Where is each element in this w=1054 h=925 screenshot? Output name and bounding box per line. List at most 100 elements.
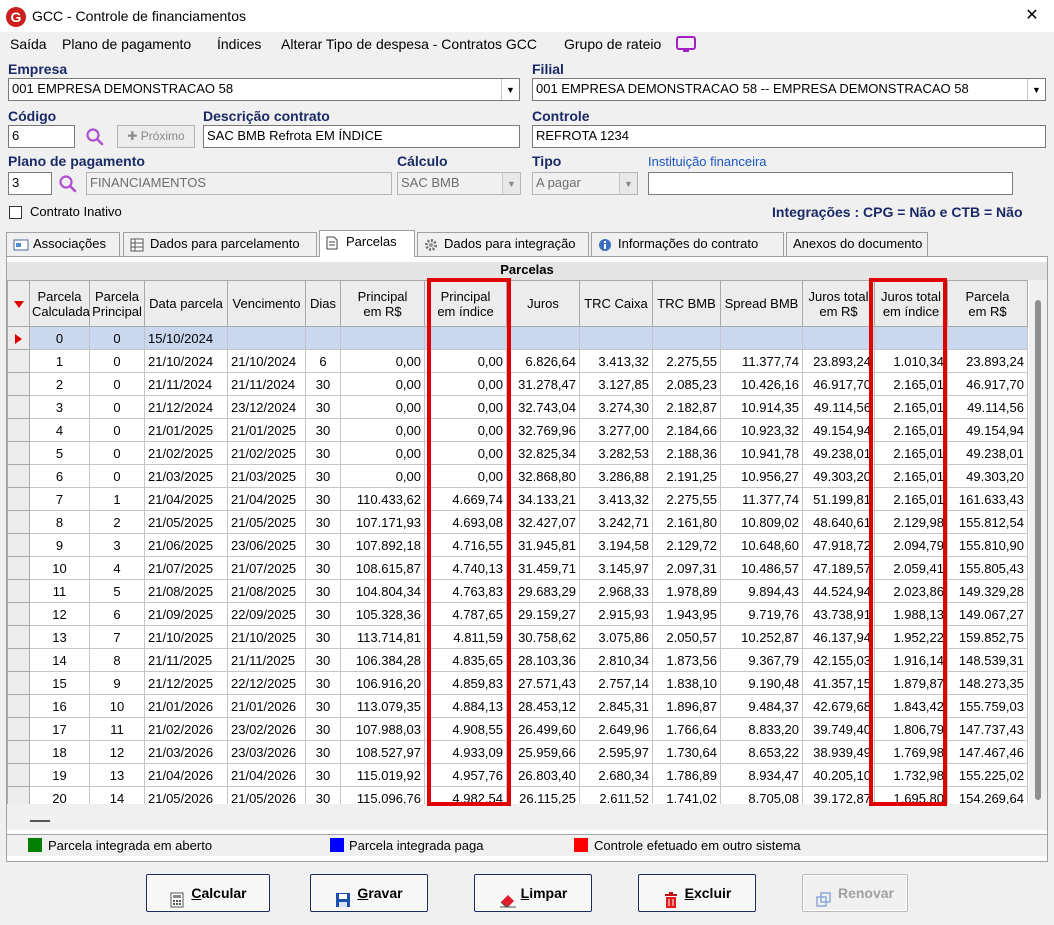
- table-row[interactable]: 5 0 21/02/2025 21/02/2025 30 0,00 0,00 32.825,3…: [7, 441, 1028, 465]
- row-indicator[interactable]: [7, 418, 30, 442]
- table-cell: 49.238,01: [802, 441, 875, 465]
- table-row[interactable]: 10 4 21/07/2025 21/07/2025 30 108.615,87 4.740…: [7, 556, 1028, 580]
- filial-select[interactable]: 001 EMPRESA DEMONSTRACAO 58 -- EMPRESA D…: [532, 78, 1046, 101]
- table-cell: 1.769,98: [874, 740, 948, 764]
- column-header[interactable]: Vencimento: [227, 280, 306, 327]
- column-header[interactable]: Spread BMB: [720, 280, 803, 327]
- monitor-icon[interactable]: [676, 36, 696, 57]
- column-header[interactable]: Juros: [506, 280, 580, 327]
- row-indicator[interactable]: [7, 717, 30, 741]
- row-indicator[interactable]: [7, 395, 30, 419]
- table-row[interactable]: 17 11 21/02/2026 23/02/2026 30 107.988,03 4.90…: [7, 717, 1028, 741]
- empresa-select[interactable]: 001 EMPRESA DEMONSTRACAO 58 ▼: [8, 78, 520, 101]
- instituicao-input[interactable]: [648, 172, 1013, 195]
- horizontal-scrollbar-thumb[interactable]: [30, 820, 50, 822]
- row-indicator[interactable]: [7, 349, 30, 373]
- table-row[interactable]: 7 1 21/04/2025 21/04/2025 30 110.433,62 4.669,…: [7, 487, 1028, 511]
- limpar-button[interactable]: Limpar: [474, 874, 592, 912]
- vertical-scrollbar-thumb[interactable]: [1035, 300, 1041, 800]
- table-row[interactable]: 19 13 21/04/2026 21/04/2026 30 115.019,92 4.95…: [7, 763, 1028, 787]
- calculator-icon: [169, 885, 185, 908]
- contrato-inativo-checkbox[interactable]: [9, 206, 22, 219]
- row-indicator-header[interactable]: [7, 280, 30, 327]
- table-cell: 21/04/2025: [144, 487, 228, 511]
- row-indicator[interactable]: [7, 326, 30, 350]
- excluir-button[interactable]: Excluir: [638, 874, 756, 912]
- search-icon[interactable]: [58, 174, 77, 193]
- column-header[interactable]: TRC BMB: [652, 280, 721, 327]
- column-header[interactable]: Parcela em R$: [947, 280, 1028, 327]
- row-indicator[interactable]: [7, 648, 30, 672]
- close-button[interactable]: ✕: [1016, 4, 1048, 28]
- search-icon[interactable]: [85, 127, 104, 146]
- column-header[interactable]: Parcela Principal: [89, 280, 145, 327]
- table-row[interactable]: 9 3 21/06/2025 23/06/2025 30 107.892,18 4.716,…: [7, 533, 1028, 557]
- plano-code-input[interactable]: 3: [8, 172, 52, 195]
- row-indicator[interactable]: [7, 671, 30, 695]
- table-row[interactable]: 4 0 21/01/2025 21/01/2025 30 0,00 0,00 32.769,9…: [7, 418, 1028, 442]
- table-cell: 23/02/2026: [227, 717, 306, 741]
- table-row[interactable]: 2 0 21/11/2024 21/11/2024 30 0,00 0,00 31.278,4…: [7, 372, 1028, 396]
- table-row[interactable]: 6 0 21/03/2025 21/03/2025 30 0,00 0,00 32.868,8…: [7, 464, 1028, 488]
- row-indicator[interactable]: [7, 441, 30, 465]
- menu-indices[interactable]: Índices: [217, 36, 261, 52]
- chevron-down-icon[interactable]: ▼: [501, 79, 519, 100]
- empresa-label: Empresa: [8, 61, 68, 77]
- column-header[interactable]: Principal em R$: [340, 280, 425, 327]
- table-row[interactable]: 11 5 21/08/2025 21/08/2025 30 104.804,34 4.763…: [7, 579, 1028, 603]
- table-row[interactable]: 0 0 15/10/2024: [7, 326, 1028, 350]
- row-indicator[interactable]: [7, 464, 30, 488]
- tab-dados-integracao[interactable]: Dados para integração: [417, 232, 589, 256]
- row-indicator[interactable]: [7, 694, 30, 718]
- table-cell: 2.191,25: [652, 464, 721, 488]
- row-indicator[interactable]: [7, 533, 30, 557]
- table-cell: 21/06/2025: [144, 533, 228, 557]
- table-row[interactable]: 1 0 21/10/2024 21/10/2024 6 0,00 0,00 6.826,64 3…: [7, 349, 1028, 373]
- row-indicator[interactable]: [7, 372, 30, 396]
- chevron-down-icon[interactable]: ▼: [1027, 79, 1045, 100]
- gravar-button[interactable]: Gravar: [310, 874, 428, 912]
- tab-dados-parcelamento[interactable]: Dados para parcelamento: [123, 232, 317, 256]
- row-indicator[interactable]: [7, 487, 30, 511]
- controle-input[interactable]: REFROTA 1234: [532, 125, 1046, 148]
- menu-saida[interactable]: Saída: [10, 36, 47, 52]
- tab-informacoes-contrato[interactable]: Informações do contrato: [591, 232, 784, 256]
- menu-grupo-rateio[interactable]: Grupo de rateio: [564, 36, 661, 52]
- column-header[interactable]: TRC Caixa: [579, 280, 653, 327]
- menu-alterar-tipo-despesa[interactable]: Alterar Tipo de despesa - Contratos GCC: [281, 36, 537, 52]
- table-row[interactable]: 18 12 21/03/2026 23/03/2026 30 108.527,97 4.93…: [7, 740, 1028, 764]
- row-indicator[interactable]: [7, 763, 30, 787]
- table-row[interactable]: 16 10 21/01/2026 21/01/2026 30 113.079,35 4.88…: [7, 694, 1028, 718]
- table-row[interactable]: 13 7 21/10/2025 21/10/2025 30 113.714,81 4.811…: [7, 625, 1028, 649]
- codigo-input[interactable]: 6: [8, 125, 75, 148]
- tab-associacoes[interactable]: Associações: [6, 232, 120, 256]
- table-row[interactable]: 15 9 21/12/2025 22/12/2025 30 106.916,20 4.859…: [7, 671, 1028, 695]
- column-header[interactable]: Data parcela: [144, 280, 228, 327]
- tab-anexos-documento[interactable]: Anexos do documento: [786, 232, 928, 256]
- row-indicator[interactable]: [7, 602, 30, 626]
- table-cell: 155.810,90: [947, 533, 1028, 557]
- tab-parcelas[interactable]: Parcelas: [319, 230, 415, 257]
- table-cell: 3.413,32: [579, 349, 653, 373]
- calcular-button[interactable]: Calcular: [146, 874, 270, 912]
- parcelas-grid[interactable]: Parcela Calculada Parcela Principal Data par…: [7, 280, 1028, 810]
- row-indicator[interactable]: [7, 625, 30, 649]
- column-header[interactable]: Principal em índice: [424, 280, 507, 327]
- table-row[interactable]: 3 0 21/12/2024 23/12/2024 30 0,00 0,00 32.743,0…: [7, 395, 1028, 419]
- row-indicator[interactable]: [7, 556, 30, 580]
- table-row[interactable]: 12 6 21/09/2025 22/09/2025 30 105.328,36 4.787…: [7, 602, 1028, 626]
- row-indicator[interactable]: [7, 740, 30, 764]
- menu-plano-pagamento[interactable]: Plano de pagamento: [62, 36, 191, 52]
- row-indicator[interactable]: [7, 579, 30, 603]
- column-header[interactable]: Juros total em índice: [874, 280, 948, 327]
- row-indicator[interactable]: [7, 510, 30, 534]
- descricao-input[interactable]: SAC BMB Refrota EM ÍNDICE: [203, 125, 520, 148]
- table-row[interactable]: 8 2 21/05/2025 21/05/2025 30 107.171,93 4.693,…: [7, 510, 1028, 534]
- table-row[interactable]: 14 8 21/11/2025 21/11/2025 30 106.384,28 4.835…: [7, 648, 1028, 672]
- horizontal-scrollbar[interactable]: [7, 804, 1047, 830]
- column-header[interactable]: Parcela Calculada: [29, 280, 90, 327]
- column-header[interactable]: Dias: [305, 280, 341, 327]
- table-cell: 21/03/2026: [144, 740, 228, 764]
- column-header[interactable]: Juros total em R$: [802, 280, 875, 327]
- proximo-button[interactable]: ✚ Próximo: [117, 125, 195, 148]
